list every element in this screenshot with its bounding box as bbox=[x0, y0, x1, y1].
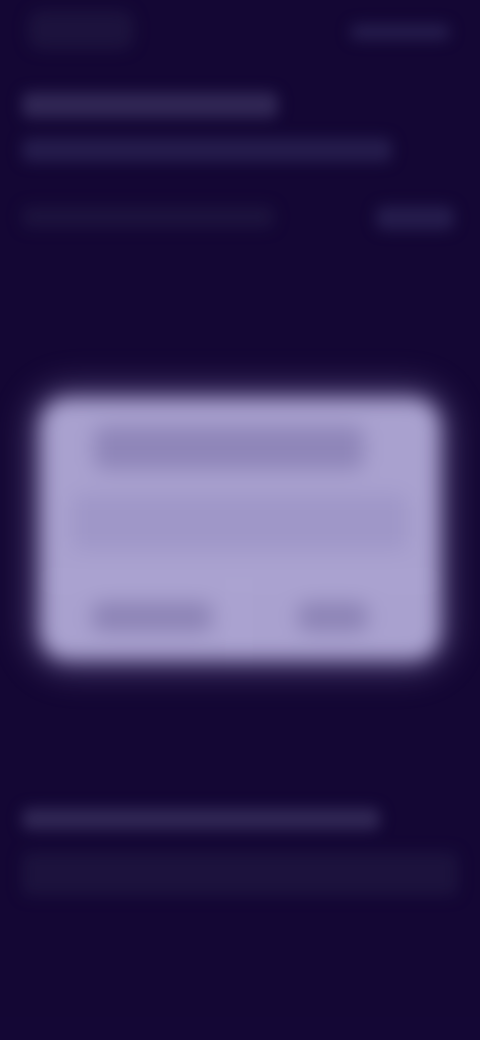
dialog-divider bbox=[40, 580, 440, 582]
app-screen bbox=[0, 0, 480, 1040]
dialog-confirm-button[interactable] bbox=[298, 602, 368, 632]
dialog-message bbox=[72, 494, 408, 550]
dialog-button-divider bbox=[238, 582, 240, 660]
dialog-title bbox=[94, 426, 364, 470]
dialog bbox=[40, 398, 440, 660]
dialog-cancel-button[interactable] bbox=[92, 602, 212, 632]
